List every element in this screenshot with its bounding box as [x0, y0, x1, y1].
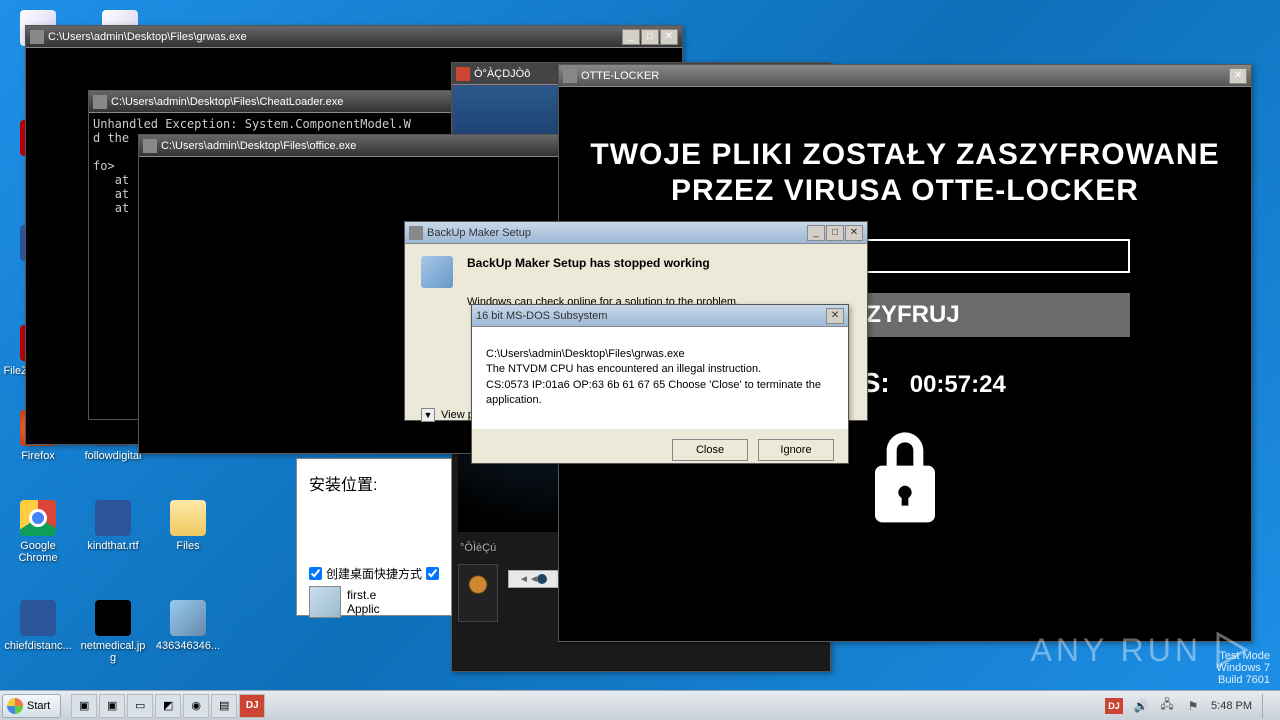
titlebar[interactable]: OTTE-LOCKER ✕ [559, 65, 1251, 87]
msdos-line: C:\Users\admin\Desktop\Files\grwas.exe [486, 347, 834, 362]
checkbox-label: 创建桌面快捷方式 [326, 565, 422, 582]
task-item[interactable]: ◉ [183, 694, 209, 718]
minimize-button[interactable]: _ [622, 29, 640, 45]
watermark-line: Test Mode [1216, 650, 1270, 662]
file-icon [170, 500, 206, 536]
dropdown-label: View p [441, 409, 474, 421]
titlebar[interactable]: BackUp Maker Setup _ □ ✕ [405, 222, 867, 244]
checkbox[interactable] [309, 567, 322, 580]
show-desktop-button[interactable] [1262, 694, 1270, 718]
close-button[interactable]: Close [672, 439, 748, 461]
dialog-text: C:\Users\admin\Desktop\Files\grwas.exe T… [472, 327, 848, 429]
icon-label: netmedical.jpg [78, 640, 148, 664]
chevron-down-icon[interactable]: ▼ [421, 408, 435, 422]
file-icon [95, 500, 131, 536]
windows-icon [7, 698, 23, 714]
title-text: BackUp Maker Setup [427, 227, 807, 239]
quicklaunch: ▣ ▣ ▭ ◩ ◉ ▤ DJ [71, 694, 265, 718]
icon-label: chiefdistanc... [3, 640, 73, 652]
window-icon [409, 226, 423, 240]
maximize-button[interactable]: □ [641, 29, 659, 45]
task-item[interactable]: ◩ [155, 694, 181, 718]
icon-label: Firefox [3, 450, 73, 462]
system-tray: DJ 🔊 🖧 ⚑ 5:48 PM [1105, 694, 1278, 718]
icon-label: 436346346... [153, 640, 223, 652]
dialog-heading: BackUp Maker Setup has stopped working [467, 256, 710, 270]
task-item-dj[interactable]: DJ [239, 694, 265, 718]
task-item[interactable]: ▭ [127, 694, 153, 718]
checkbox[interactable] [426, 567, 439, 580]
desktop-icon[interactable]: Google Chrome [3, 500, 73, 564]
installer-text: first.e [347, 588, 380, 602]
desktop-icon[interactable]: chiefdistanc... [3, 600, 73, 652]
watermark-line: Build 7601 [1216, 674, 1270, 686]
task-item[interactable]: ▣ [71, 694, 97, 718]
close-button[interactable]: ✕ [826, 308, 844, 324]
timer-value: 00:57:24 [910, 371, 1006, 399]
msdos-line: CS:0573 IP:01a6 OP:63 6b 61 67 65 Choose… [486, 378, 834, 409]
title-text: OTTE-LOCKER [581, 70, 1229, 82]
taskbar[interactable]: Start ▣ ▣ ▭ ◩ ◉ ▤ DJ DJ 🔊 🖧 ⚑ 5:48 PM [0, 690, 1280, 720]
installer-fragment: 安装位置: 创建桌面快捷方式 first.e Applic [296, 458, 452, 616]
installer-app-icon [309, 586, 341, 618]
desktop-icon[interactable]: kindthat.rtf [78, 500, 148, 552]
dj-icon [456, 67, 470, 81]
task-item[interactable]: ▤ [211, 694, 237, 718]
dialog-body: C:\Users\admin\Desktop\Files\grwas.exe T… [472, 327, 848, 463]
watermark-line: Windows 7 [1216, 662, 1270, 674]
cmd-icon [30, 30, 44, 44]
close-button[interactable]: ✕ [660, 29, 678, 45]
file-icon [170, 600, 206, 636]
app-crash-icon [421, 256, 453, 288]
installer-text: Applic [347, 602, 380, 616]
desktop-icon[interactable]: netmedical.jpg [78, 600, 148, 664]
speaker-icon [458, 564, 498, 622]
start-label: Start [27, 700, 50, 712]
title-text: C:\Users\admin\Desktop\Files\office.exe [161, 140, 597, 152]
prev-icon[interactable]: ◄◄ [519, 574, 539, 585]
minimize-button[interactable]: _ [807, 225, 825, 241]
icon-label: Google Chrome [3, 540, 73, 564]
desktop-shortcut-checkbox[interactable]: 创建桌面快捷方式 [309, 565, 439, 582]
window-icon [563, 69, 577, 83]
close-button[interactable]: ✕ [1229, 68, 1247, 84]
icon-label: kindthat.rtf [78, 540, 148, 552]
cmd-icon [93, 95, 107, 109]
clock[interactable]: 5:48 PM [1211, 700, 1252, 712]
file-icon [20, 500, 56, 536]
task-item[interactable]: ▣ [99, 694, 125, 718]
network-icon[interactable]: 🖧 [1159, 698, 1175, 714]
msdos-line: The NTVDM CPU has encountered an illegal… [486, 362, 834, 377]
flag-icon[interactable]: ⚑ [1185, 698, 1201, 714]
msdos-dialog[interactable]: 16 bit MS-DOS Subsystem ✕ C:\Users\admin… [471, 304, 849, 464]
start-button[interactable]: Start [2, 694, 61, 718]
view-details-dropdown[interactable]: ▼ View p [421, 408, 474, 422]
file-icon [95, 600, 131, 636]
titlebar[interactable]: C:\Users\admin\Desktop\Files\grwas.exe _… [26, 26, 682, 48]
desktop-icon[interactable]: 436346346... [153, 600, 223, 652]
title-text: C:\Users\admin\Desktop\Files\grwas.exe [48, 31, 622, 43]
lock-icon [865, 429, 945, 529]
windows-watermark: Test Mode Windows 7 Build 7601 [1216, 650, 1270, 686]
cmd-icon [143, 139, 157, 153]
icon-label: Files [153, 540, 223, 552]
maximize-button[interactable]: □ [826, 225, 844, 241]
progress-thumb[interactable] [537, 574, 547, 584]
otte-heading: TWOJE PLIKI ZOSTAŁY ZASZYFROWANE PRZEZ V… [589, 137, 1221, 209]
tray-dj-icon[interactable]: DJ [1105, 698, 1123, 714]
file-icon [20, 600, 56, 636]
title-text: 16 bit MS-DOS Subsystem [476, 310, 826, 322]
anyrun-text: ANY RUN [1031, 632, 1202, 669]
titlebar[interactable]: 16 bit MS-DOS Subsystem ✕ [472, 305, 848, 327]
desktop-icon[interactable]: Files [153, 500, 223, 552]
ignore-button[interactable]: Ignore [758, 439, 834, 461]
install-location-label: 安装位置: [309, 471, 439, 495]
volume-icon[interactable]: 🔊 [1133, 698, 1149, 714]
close-button[interactable]: ✕ [845, 225, 863, 241]
